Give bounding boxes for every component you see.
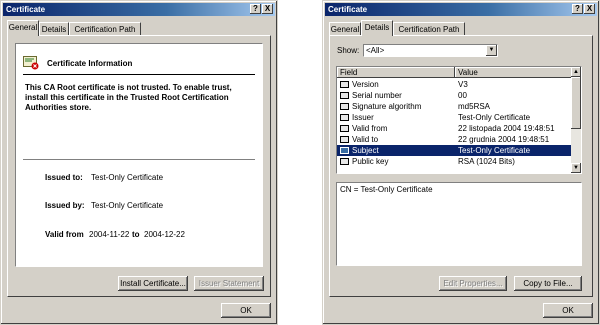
field-icon [340, 147, 349, 154]
list-row[interactable]: Serial number 00 [337, 90, 571, 101]
list-row[interactable]: Version V3 [337, 79, 571, 90]
field-name: Valid from [352, 124, 388, 133]
field-value: Test-Only Certificate [458, 146, 531, 155]
valid-to-value: 2004-12-22 [144, 230, 185, 239]
list-row[interactable]: Valid from 22 listopada 2004 19:48:51 [337, 123, 571, 134]
scroll-up-icon[interactable]: ▲ [571, 67, 581, 77]
tab-details[interactable]: Details [39, 22, 69, 35]
list-row-selected[interactable]: Subject Test-Only Certificate [337, 145, 571, 156]
column-header-field[interactable]: Field [337, 67, 455, 78]
copy-to-file-button[interactable]: Copy to File... [514, 276, 582, 291]
issuer-statement-button[interactable]: Issuer Statement [194, 276, 264, 291]
field-icon [340, 114, 349, 121]
install-certificate-button[interactable]: Install Certificate... [118, 276, 188, 291]
title-bar: Certificate ? X [325, 3, 597, 16]
window-title: Certificate [6, 5, 46, 14]
list-row[interactable]: Valid to 22 grudnia 2004 19:48:51 [337, 134, 571, 145]
close-button[interactable]: X [262, 4, 273, 14]
field-name: Subject [352, 146, 379, 155]
list-row[interactable]: Public key RSA (1024 Bits) [337, 156, 571, 167]
field-name: Valid to [352, 135, 379, 144]
field-icon [340, 92, 349, 99]
list-row[interactable]: Signature algorithm md5RSA [337, 101, 571, 112]
show-label: Show: [337, 46, 360, 55]
vertical-scrollbar[interactable]: ▲ ▼ [571, 67, 581, 173]
list-row[interactable]: Issuer Test-Only Certificate [337, 112, 571, 123]
tab-certification-path[interactable]: Certification Path [393, 22, 465, 35]
tab-certification-path[interactable]: Certification Path [69, 22, 141, 35]
scroll-down-icon[interactable]: ▼ [571, 163, 581, 173]
title-bar: Certificate ? X [3, 3, 275, 16]
edit-properties-button[interactable]: Edit Properties... [439, 276, 507, 291]
tab-details[interactable]: Details [361, 20, 393, 36]
chevron-down-icon[interactable]: ▼ [486, 45, 497, 56]
field-value: RSA (1024 Bits) [458, 157, 515, 166]
tab-general[interactable]: General [7, 20, 39, 36]
detail-value: CN = Test-Only Certificate [340, 185, 433, 194]
column-header-value[interactable]: Value [455, 67, 573, 78]
field-value: 00 [458, 91, 467, 100]
field-icon [340, 81, 349, 88]
fields-list[interactable]: Field Value Version V3 Serial number 00 … [336, 66, 582, 174]
valid-from-label: Valid from [45, 230, 84, 239]
valid-to-label: to [132, 230, 140, 239]
issued-to-value: Test-Only Certificate [91, 173, 164, 182]
field-name: Version [352, 80, 379, 89]
tab-general[interactable]: General [329, 22, 361, 35]
field-icon [340, 103, 349, 110]
show-dropdown[interactable]: <All> ▼ [363, 44, 498, 57]
ok-button[interactable]: OK [543, 303, 593, 318]
trust-message: This CA Root certificate is not trusted.… [25, 83, 232, 112]
field-detail-text[interactable]: CN = Test-Only Certificate [336, 182, 582, 266]
field-value: 22 grudnia 2004 19:48:51 [458, 135, 550, 144]
field-value: V3 [458, 80, 468, 89]
issued-to-label: Issued to: [45, 173, 83, 182]
certificate-warning-icon [23, 56, 39, 70]
divider [23, 74, 255, 75]
window-title: Certificate [328, 5, 368, 14]
ok-button[interactable]: OK [221, 303, 271, 318]
list-header: Field Value [337, 67, 573, 78]
issued-by-value: Test-Only Certificate [91, 201, 164, 210]
field-value: Test-Only Certificate [458, 113, 531, 122]
scroll-thumb[interactable] [571, 77, 581, 129]
issued-by-label: Issued by: [45, 201, 85, 210]
certificate-dialog-general: Certificate ? X General Details Certific… [0, 0, 278, 325]
field-name: Signature algorithm [352, 102, 422, 111]
valid-from-value: 2004-11-22 [89, 230, 130, 239]
field-icon [340, 125, 349, 132]
close-button[interactable]: X [584, 4, 595, 14]
field-icon [340, 136, 349, 143]
field-value: 22 listopada 2004 19:48:51 [458, 124, 555, 133]
show-dropdown-value: <All> [366, 46, 385, 55]
divider [23, 159, 255, 160]
section-heading: Certificate Information [47, 59, 133, 68]
field-name: Issuer [352, 113, 374, 122]
field-name: Public key [352, 157, 389, 166]
field-name: Serial number [352, 91, 402, 100]
field-icon [340, 158, 349, 165]
help-button[interactable]: ? [250, 4, 261, 14]
field-value: md5RSA [458, 102, 491, 111]
help-button[interactable]: ? [572, 4, 583, 14]
